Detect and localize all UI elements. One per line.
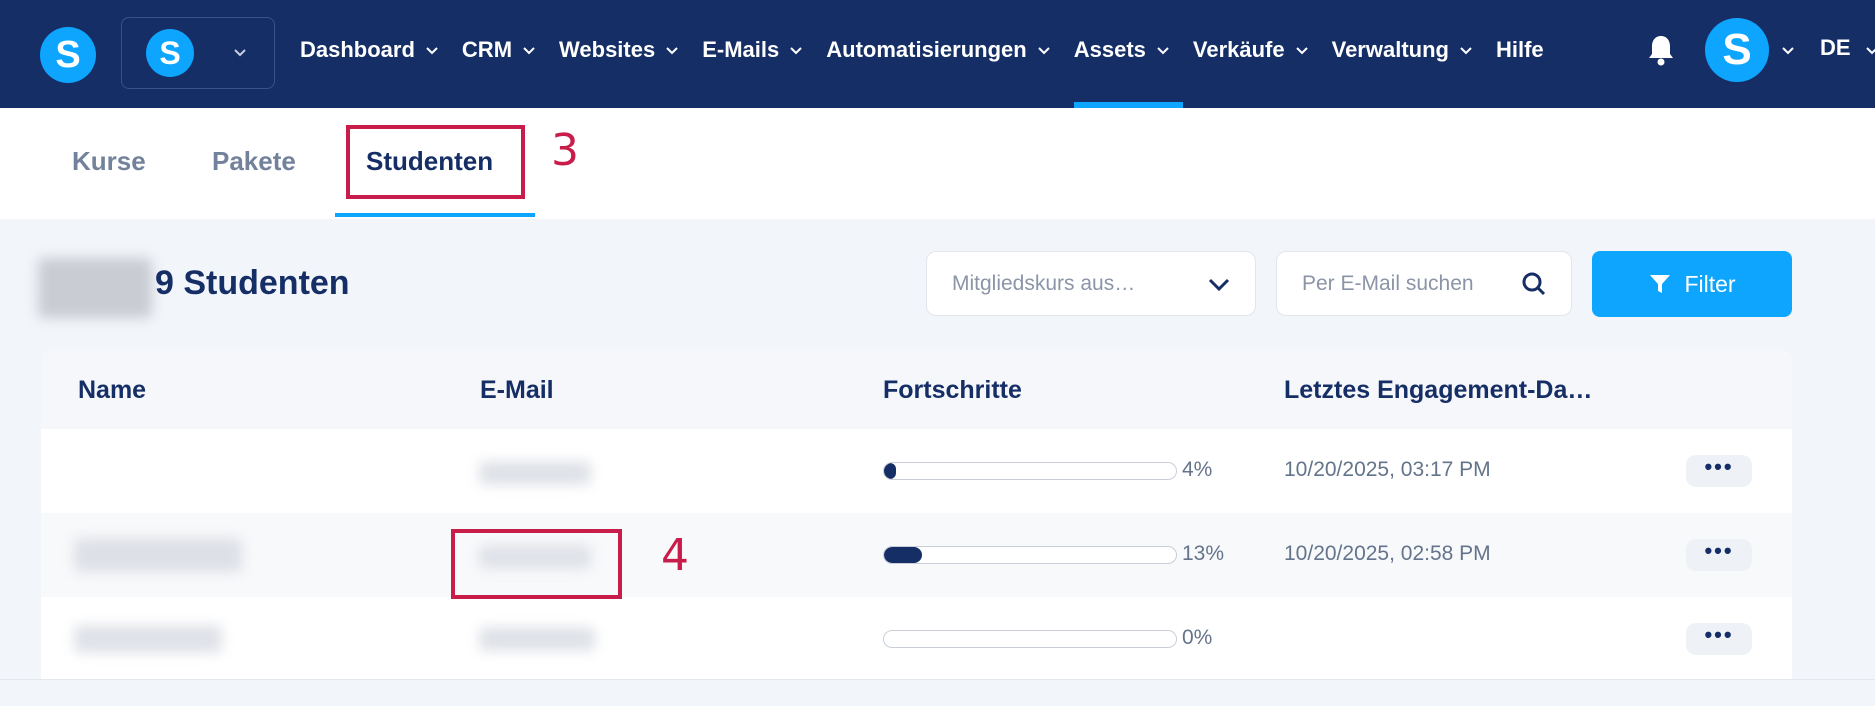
language-selector[interactable]: DE	[1820, 35, 1851, 61]
redacted-name	[74, 538, 242, 572]
column-header-email[interactable]: E-Mail	[480, 376, 554, 405]
workspace-switcher[interactable]: S	[121, 17, 275, 89]
course-select-placeholder: Mitgliedskurs aus…	[952, 272, 1136, 295]
nav-item-label: Automatisierungen	[826, 37, 1027, 62]
annotation-number-4: 4	[661, 530, 689, 581]
column-header-name[interactable]: Name	[78, 376, 146, 405]
nav-item-hilfe[interactable]: Hilfe	[1496, 0, 1544, 100]
redacted-prefix	[38, 258, 152, 318]
filter-button-label: Filter	[1684, 270, 1736, 297]
progress-fill	[884, 547, 922, 563]
table-header: Name E-Mail Fortschritte Letztes Engagem…	[41, 349, 1792, 429]
redacted-name	[74, 625, 222, 653]
nav-item-label: Dashboard	[300, 37, 415, 62]
page-footer-strip	[0, 679, 1875, 706]
progress-percent: 13%	[1182, 542, 1225, 565]
nav-item-label: CRM	[461, 37, 513, 62]
bell-icon[interactable]	[1646, 33, 1676, 72]
main-menu: Dashboard CRM Websites E-Mails Automatis…	[300, 0, 1566, 108]
chevron-down-icon	[1036, 42, 1052, 58]
chevron-down-icon	[1294, 42, 1310, 58]
chevron-down-icon	[424, 42, 440, 58]
nav-item-label: Assets	[1073, 37, 1146, 62]
redacted-email	[479, 461, 591, 485]
chevron-down-icon	[232, 44, 248, 60]
nav-item-label: Websites	[559, 37, 656, 62]
progress-bar	[883, 546, 1177, 564]
filter-button[interactable]: Filter	[1592, 251, 1792, 317]
last-engagement-date: 10/20/2025, 03:17 PM	[1284, 458, 1491, 481]
filter-icon	[1648, 272, 1672, 296]
nav-item-label: Verkäufe	[1192, 37, 1285, 62]
chevron-down-icon	[664, 42, 680, 58]
progress-bar	[883, 630, 1177, 648]
user-avatar[interactable]: S	[1705, 18, 1769, 82]
search-icon[interactable]	[1519, 269, 1549, 304]
app-logo[interactable]: S	[40, 27, 96, 83]
row-more-button[interactable]: •••	[1686, 623, 1752, 655]
row-more-button[interactable]: •••	[1686, 455, 1752, 487]
annotation-box-3	[346, 125, 525, 199]
progress-fill	[884, 463, 896, 479]
chevron-down-icon	[788, 42, 804, 58]
sub-tabs: Kurse Pakete Studenten 3	[0, 108, 1875, 219]
course-select[interactable]: Mitgliedskurs aus…	[926, 251, 1256, 316]
last-engagement-date: 10/20/2025, 02:58 PM	[1284, 542, 1491, 565]
nav-item-automatisierungen[interactable]: Automatisierungen	[826, 0, 1051, 100]
chevron-down-icon	[521, 42, 537, 58]
table-row[interactable]: 0% •••	[41, 597, 1792, 679]
annotation-number-3: 3	[551, 125, 579, 176]
column-header-progress[interactable]: Fortschritte	[883, 376, 1022, 405]
row-more-button[interactable]: •••	[1686, 539, 1752, 571]
annotation-box-4	[451, 529, 622, 599]
search-placeholder: Per E-Mail suchen	[1302, 272, 1474, 295]
nav-item-label: Hilfe	[1495, 37, 1544, 62]
nav-item-assets[interactable]: Assets	[1073, 0, 1184, 108]
nav-item-crm[interactable]: CRM	[462, 0, 537, 100]
page-title: 9 Studenten	[155, 264, 350, 302]
active-tab-indicator	[335, 213, 535, 217]
chevron-down-icon[interactable]	[1780, 42, 1796, 58]
chevron-down-icon	[1155, 42, 1171, 58]
chevron-down-icon	[1205, 270, 1233, 303]
tab-kurse[interactable]: Kurse	[72, 146, 146, 177]
redacted-email	[479, 627, 595, 651]
top-navbar: S S Dashboard CRM Websites E-Mails Autom…	[0, 0, 1875, 108]
column-header-last-engagement[interactable]: Letztes Engagement-Da…	[1284, 376, 1592, 405]
nav-item-label: E-Mails	[702, 37, 780, 62]
nav-item-dashboard[interactable]: Dashboard	[300, 0, 440, 100]
progress-percent: 0%	[1182, 626, 1213, 649]
progress-percent: 4%	[1182, 458, 1213, 481]
chevron-down-icon	[1458, 42, 1474, 58]
table-row[interactable]: 13% 10/20/2025, 02:58 PM •••	[41, 513, 1792, 597]
nav-item-emails[interactable]: E-Mails	[702, 0, 804, 100]
progress-bar	[883, 462, 1177, 480]
nav-item-label: Verwaltung	[1331, 37, 1449, 62]
workspace-logo: S	[146, 29, 194, 77]
chevron-down-icon	[1864, 42, 1875, 58]
nav-item-verwaltung[interactable]: Verwaltung	[1332, 0, 1474, 100]
tab-pakete[interactable]: Pakete	[212, 146, 296, 177]
students-table: Name E-Mail Fortschritte Letztes Engagem…	[41, 349, 1792, 679]
table-row[interactable]: 4% 10/20/2025, 03:17 PM •••	[41, 429, 1792, 513]
nav-item-verkaeufe[interactable]: Verkäufe	[1193, 0, 1310, 100]
email-search-input[interactable]: Per E-Mail suchen	[1276, 251, 1572, 316]
nav-item-websites[interactable]: Websites	[559, 0, 680, 100]
